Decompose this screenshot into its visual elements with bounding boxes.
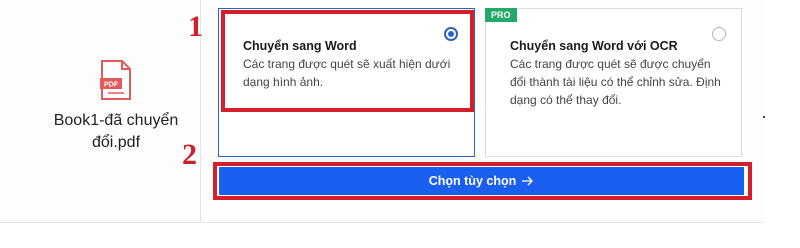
pdf-badge: PDF [104, 82, 119, 89]
annotation-highlight-button [213, 162, 752, 200]
pro-badge: PRO [485, 8, 517, 22]
annotation-step-1: 1 [188, 10, 203, 43]
option-title: Chuyển sang Word với OCR [510, 39, 678, 53]
file-name: Book1-đã chuyển đổi.pdf [53, 112, 179, 151]
stray-dot [763, 116, 765, 118]
pdf-file-icon: PDF [100, 60, 131, 100]
annotation-highlight-option [221, 10, 474, 112]
annotation-step-2: 2 [182, 138, 197, 171]
option-convert-word-ocr[interactable]: PRO Chuyển sang Word với OCR Các trang đ… [485, 8, 742, 157]
option-description: Các trang được quét sẽ được chuyển đổi t… [510, 57, 721, 107]
radio-unselected[interactable] [712, 27, 726, 41]
